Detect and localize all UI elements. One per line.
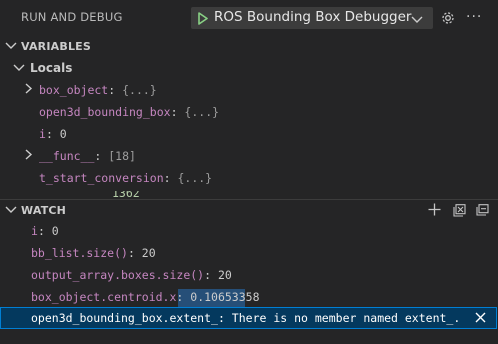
chevron-right-icon[interactable]: [24, 83, 33, 97]
close-icon[interactable]: [475, 312, 486, 326]
watch-expression: output_array.boxes.size(): [31, 268, 205, 282]
remove-all-icon[interactable]: [476, 204, 489, 220]
variable-value: {...}: [122, 83, 157, 97]
watch-value: 20: [141, 246, 156, 260]
watch-value: There is no member named extent_.: [231, 311, 461, 325]
variable-name: open3d_bounding_box: [39, 105, 171, 119]
variable-row[interactable]: __func__: [18]: [39, 149, 136, 163]
add-expression-icon[interactable]: [428, 203, 441, 219]
start-debugging-icon[interactable]: [197, 12, 209, 28]
chevron-down-icon[interactable]: [5, 204, 17, 218]
watch-expression: open3d_bounding_box.extent_: [31, 311, 218, 325]
watch-row[interactable]: i: 0: [31, 224, 59, 238]
debug-config-label: ROS Bounding Box Debugger: [214, 9, 412, 25]
variable-row[interactable]: open3d_bounding_box: {...}: [39, 105, 219, 119]
clipped-row-container: 1362: [0, 191, 498, 199]
watch-value: 20: [217, 268, 232, 282]
panel-title: RUN AND DEBUG: [21, 10, 123, 24]
watch-row[interactable]: output_array.boxes.size(): 20: [31, 268, 232, 282]
chevron-down-icon[interactable]: [5, 40, 17, 54]
variable-name: box_object: [39, 83, 109, 97]
expand-toggle[interactable]: [24, 149, 33, 163]
variable-value: {...}: [177, 171, 213, 185]
chevron-right-icon[interactable]: [24, 149, 33, 163]
more-actions-icon[interactable]: ···: [466, 10, 482, 24]
variable-value: 0: [59, 127, 67, 141]
watch-row[interactable]: box_object.centroid.x: 0.10653358: [31, 290, 260, 304]
variable-value: {...}: [184, 105, 220, 119]
variables-section-title[interactable]: VARIABLES: [21, 40, 91, 53]
variable-row[interactable]: [24, 83, 33, 97]
gear-icon[interactable]: [440, 10, 456, 29]
watch-section-title[interactable]: WATCH: [21, 204, 66, 217]
section-divider[interactable]: [0, 199, 498, 200]
watch-expression: box_object.centroid.x: [31, 290, 177, 304]
variable-value: [18]: [108, 149, 136, 163]
scope-locals[interactable]: Locals: [30, 61, 72, 75]
watch-expression: bb_list.size(): [31, 246, 128, 260]
variable-value: 1362: [112, 191, 140, 199]
variable-name: __func__: [39, 149, 95, 163]
variable-row[interactable]: t_start_conversion: {...}: [39, 171, 212, 185]
watch-expression: i: [31, 224, 38, 238]
variable-name: i: [39, 127, 46, 141]
chevron-down-icon[interactable]: [13, 62, 25, 76]
variable-row[interactable]: i: 0: [39, 127, 67, 141]
watch-value: 0.10653358: [190, 290, 260, 304]
variable-row[interactable]: box_object: {...}: [39, 83, 157, 97]
variable-name: t_start_conversion: [39, 171, 164, 185]
watch-row[interactable]: open3d_bounding_box.extent_: There is no…: [31, 311, 460, 325]
collapse-all-icon[interactable]: [453, 204, 466, 220]
watch-value: 0: [51, 224, 59, 238]
chevron-down-icon[interactable]: [411, 13, 423, 27]
watch-row[interactable]: bb_list.size(): 20: [31, 246, 156, 260]
